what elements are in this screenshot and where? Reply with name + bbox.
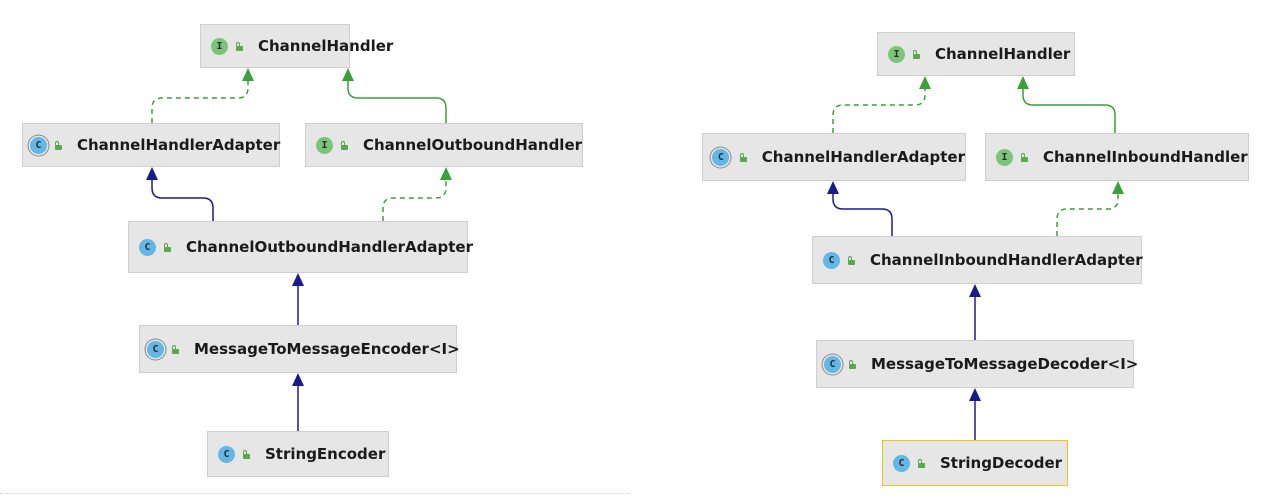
public-lock-icon [340,140,349,150]
class-name: StringDecoder [940,454,1063,472]
edge-l-outadapter-to-l-adapter [151,179,214,221]
abstract-class-icon: C [824,354,841,375]
edge-r-inadapter-to-r-inbound [1056,193,1119,236]
class-node-r-m2m[interactable]: C MessageToMessageDecoder<I> [816,340,1138,388]
arrowhead-icon [969,388,981,401]
class-node-r-adapter[interactable]: C ChannelHandlerAdapter [702,133,966,181]
class-name: StringEncoder [265,445,386,463]
public-lock-icon [848,359,857,369]
class-icon: C [218,445,235,463]
interface-icon: I [211,37,228,55]
edge-l-outbound-to-l-handler [347,80,447,123]
class-name: MessageToMessageEncoder<I> [194,340,460,358]
arrowhead-icon [969,284,981,297]
class-node-l-outbound[interactable]: I ChannelOutboundHandler [305,123,583,167]
abstract-class-icon: C [30,135,47,156]
class-icon: C [893,454,910,472]
class-node-l-handler[interactable]: I ChannelHandler [200,24,393,68]
interface-icon: I [996,148,1013,166]
arrowhead-icon [1017,76,1029,89]
class-name: ChannelHandler [935,45,1071,63]
class-icon: C [139,238,156,256]
edge-r-inbound-to-r-handler [1022,88,1116,133]
abstract-class-icon: C [710,147,732,168]
class-node-r-inadapter[interactable]: C ChannelInboundHandlerAdapter [812,236,1143,284]
public-lock-icon [242,449,251,459]
public-lock-icon [1020,152,1029,162]
class-node-l-outadapter[interactable]: C ChannelOutboundHandlerAdapter [128,221,473,273]
arrowhead-icon [146,167,158,180]
public-lock-icon [917,458,926,468]
public-lock-icon [163,242,172,252]
class-name: ChannelOutboundHandlerAdapter [186,238,473,256]
public-lock-icon [54,140,63,150]
arrowhead-icon [242,68,254,81]
class-name: ChannelInboundHandler [1043,148,1248,166]
class-name: ChannelHandlerAdapter [761,148,965,166]
class-name: MessageToMessageDecoder<I> [871,355,1139,373]
public-lock-icon [171,344,180,354]
class-node-r-handler[interactable]: I ChannelHandler [877,32,1075,76]
arrowhead-icon [292,373,304,386]
interface-icon: I [888,45,905,63]
canvas-edge-divider [0,493,630,494]
edge-r-inadapter-to-r-adapter [832,193,893,236]
public-lock-icon [739,152,748,162]
edge-l-adapter-to-l-handler [151,80,249,123]
arrowhead-icon [440,167,452,180]
edge-l-outadapter-to-l-outbound [382,179,447,221]
class-name: ChannelOutboundHandler [363,136,583,154]
public-lock-icon [235,41,244,51]
class-name: ChannelHandlerAdapter [77,136,281,154]
arrowhead-icon [292,273,304,286]
interface-icon: I [316,136,333,154]
public-lock-icon [912,49,921,59]
public-lock-icon [847,255,856,265]
arrowhead-icon [919,76,931,89]
class-name: ChannelHandler [258,37,394,55]
arrowhead-icon [1112,181,1124,194]
class-icon: C [823,251,840,269]
abstract-class-icon: C [147,339,164,360]
arrowhead-icon [342,68,354,81]
arrowhead-icon [827,181,839,194]
class-hierarchy-diagram: I ChannelHandler C ChannelHandlerAdapter I Ch… [0,0,1269,499]
class-node-l-adapter[interactable]: C ChannelHandlerAdapter [22,123,280,167]
class-name: ChannelInboundHandlerAdapter [870,251,1143,269]
class-node-l-enc[interactable]: C StringEncoder [207,431,389,477]
class-node-l-m2m[interactable]: C MessageToMessageEncoder<I> [139,325,460,373]
edge-r-adapter-to-r-handler [832,88,926,133]
class-node-r-inbound[interactable]: I ChannelInboundHandler [985,133,1249,181]
class-node-r-dec[interactable]: C StringDecoder [882,440,1068,486]
